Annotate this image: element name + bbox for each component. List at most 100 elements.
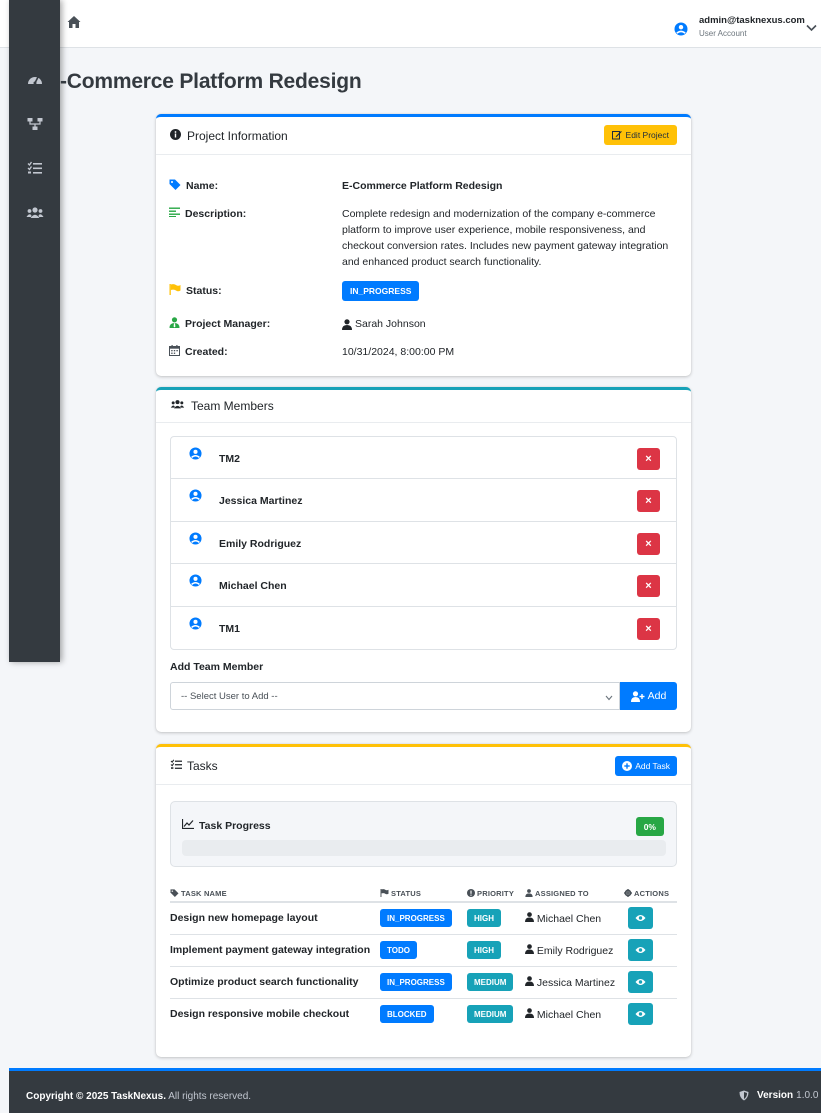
view-task-button[interactable] xyxy=(628,939,653,961)
task-priority-cell: MEDIUM xyxy=(467,966,525,999)
user-email[interactable]: admin@tasknexus.com xyxy=(699,15,805,26)
member-name: TM1 xyxy=(219,622,240,635)
edit-project-button[interactable]: Edit Project xyxy=(603,125,677,145)
priority-badge: MEDIUM xyxy=(467,973,514,991)
team-member-item: Michael Chen × xyxy=(171,564,676,607)
sidebar xyxy=(9,0,60,662)
remove-member-button[interactable]: × xyxy=(637,448,660,470)
sidebar-item-tasks[interactable] xyxy=(25,161,45,177)
task-actions-cell xyxy=(624,998,677,1030)
sidebar-item-users[interactable] xyxy=(25,206,45,222)
user-role: User Account xyxy=(699,29,747,38)
task-name[interactable]: Optimize product search functionality xyxy=(170,966,380,999)
eye-icon xyxy=(635,946,646,954)
task-progress-bar xyxy=(182,840,666,856)
align-left-icon xyxy=(169,207,185,220)
remove-member-button[interactable]: × xyxy=(637,617,660,640)
tasks-icon xyxy=(170,759,183,773)
task-name[interactable]: Implement payment gateway integration xyxy=(170,934,380,967)
task-progress-percent: 0% xyxy=(635,817,664,836)
table-row: Implement payment gateway integration TO… xyxy=(170,934,677,967)
chevron-down-icon[interactable] xyxy=(806,23,817,32)
user-icon xyxy=(525,889,535,898)
times-icon: × xyxy=(645,580,652,593)
task-assignee: Michael Chen xyxy=(536,1008,602,1021)
task-progress-title: Task Progress xyxy=(181,819,271,832)
member-name: Emily Rodriguez xyxy=(219,537,302,550)
times-icon: × xyxy=(645,453,652,465)
project-manager-value: Sarah Johnson xyxy=(342,316,672,332)
task-status-cell: IN_PROGRESS xyxy=(380,902,467,935)
user-circle-icon xyxy=(189,489,202,505)
user-select[interactable]: -- Select User to Add -- xyxy=(170,682,620,710)
view-task-button[interactable] xyxy=(628,971,653,993)
flag-icon xyxy=(380,889,391,898)
project-diagram-icon xyxy=(27,117,43,134)
member-name: TM2 xyxy=(219,453,240,465)
home-icon[interactable] xyxy=(66,14,82,30)
remove-member-button[interactable]: × xyxy=(637,575,660,598)
sidebar-item-dashboard[interactable] xyxy=(25,72,45,88)
sidebar-item-projects[interactable] xyxy=(25,117,45,133)
user-circle-icon xyxy=(189,532,202,548)
flag-icon xyxy=(169,284,186,298)
add-member-label: Add xyxy=(647,690,667,702)
task-priority-cell: HIGH xyxy=(467,934,525,967)
task-actions-cell xyxy=(624,902,677,935)
column-priority: PRIORITY xyxy=(467,886,525,903)
task-name[interactable]: Design new homepage layout xyxy=(170,902,380,935)
priority-badge: HIGH xyxy=(467,941,501,959)
footer: Copyright © 2025 TaskNexus. All rights r… xyxy=(9,1068,821,1113)
user-icon xyxy=(525,943,534,957)
top-navbar: admin@tasknexus.com User Account xyxy=(0,0,821,48)
column-task-name: TASK NAME xyxy=(170,886,380,903)
times-icon: × xyxy=(645,622,652,635)
info-label-created: Created: xyxy=(169,345,228,359)
task-assignee-cell: Michael Chen xyxy=(525,998,624,1030)
add-team-member-label: Add Team Member xyxy=(170,661,264,673)
add-task-button[interactable]: Add Task xyxy=(615,756,677,776)
project-created-value: 10/31/2024, 8:00:00 PM xyxy=(342,346,455,358)
user-circle-icon[interactable] xyxy=(674,22,688,36)
task-assignee-cell: Emily Rodriguez xyxy=(525,934,624,967)
task-actions-cell xyxy=(624,966,677,999)
task-assignee-cell: Michael Chen xyxy=(525,902,624,935)
user-circle-icon xyxy=(189,447,202,463)
card-title: Tasks xyxy=(187,758,218,773)
status-badge: TODO xyxy=(380,941,417,959)
task-assignee: Michael Chen xyxy=(536,912,602,925)
user-icon xyxy=(525,975,534,989)
info-label-manager: Project Manager: xyxy=(169,317,270,331)
chart-line-icon xyxy=(181,819,199,832)
team-member-item: TM2 × xyxy=(171,437,676,480)
task-name[interactable]: Design responsive mobile checkout xyxy=(170,998,380,1030)
user-circle-icon xyxy=(189,574,202,590)
remove-member-button[interactable]: × xyxy=(637,490,660,513)
team-member-list: TM2 × Jessica Martinez × Emily Rodriguez… xyxy=(170,436,677,650)
cog-icon xyxy=(624,889,634,898)
task-assignee: Jessica Martinez xyxy=(536,976,616,989)
footer-copyright: Copyright © 2025 TaskNexus. All rights r… xyxy=(26,1091,252,1102)
view-task-button[interactable] xyxy=(628,907,653,930)
add-member-button[interactable]: Add xyxy=(620,682,677,710)
status-badge: IN_PROGRESS xyxy=(380,909,452,928)
table-row: Optimize product search functionality IN… xyxy=(170,966,677,999)
member-name: Jessica Martinez xyxy=(219,495,303,508)
tasks-card: Tasks Add Task Task Progress 0% TASK NAM… xyxy=(156,744,691,1057)
remove-member-button[interactable]: × xyxy=(637,532,660,555)
page-title: -Commerce Platform Redesign xyxy=(60,70,362,93)
project-info-header: Project Information Edit Project xyxy=(156,117,691,155)
status-badge: IN_PROGRESS xyxy=(380,973,452,991)
task-assignee: Emily Rodriguez xyxy=(536,944,614,957)
view-task-button[interactable] xyxy=(628,1003,653,1026)
team-member-item: Emily Rodriguez × xyxy=(171,522,676,565)
task-status-cell: TODO xyxy=(380,934,467,967)
task-actions-cell xyxy=(624,934,677,967)
calendar-icon xyxy=(169,345,185,359)
task-progress-box: Task Progress 0% xyxy=(170,801,677,867)
team-member-item: Jessica Martinez × xyxy=(171,479,676,522)
exclamation-circle-icon xyxy=(467,889,477,898)
user-circle-icon xyxy=(189,617,202,633)
users-icon xyxy=(26,206,44,223)
user-icon xyxy=(525,911,534,925)
